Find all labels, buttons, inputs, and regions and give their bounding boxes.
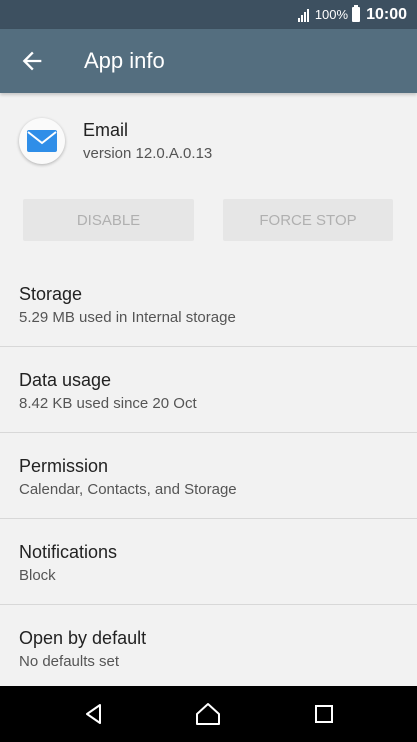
open-by-default-item[interactable]: Open by default No defaults set <box>0 605 417 690</box>
battery-icon <box>352 5 361 22</box>
battery-percent: 100% <box>314 7 349 22</box>
setting-title: Data usage <box>19 370 112 390</box>
navigation-bar <box>0 686 417 742</box>
status-bar: 100% 10:00 <box>0 0 417 29</box>
permission-item[interactable]: Permission Calendar, Contacts, and Stora… <box>0 433 417 519</box>
storage-item[interactable]: Storage 5.29 MB used in Internal storage <box>0 261 417 347</box>
disable-button[interactable]: DISABLE <box>23 199 194 241</box>
setting-title: Permission <box>19 456 109 476</box>
data-usage-item[interactable]: Data usage 8.42 KB used since 20 Oct <box>0 347 417 433</box>
notifications-item[interactable]: Notifications Block <box>0 519 417 605</box>
app-bar: App info <box>0 29 417 93</box>
app-version: version 12.0.A.0.13 <box>83 145 213 162</box>
page-title: App info <box>84 48 165 73</box>
mail-envelope-icon <box>27 130 57 152</box>
setting-subtitle: 8.42 KB used since 20 Oct <box>19 395 197 412</box>
setting-title: Storage <box>19 284 83 304</box>
settings-list: Storage 5.29 MB used in Internal storage… <box>0 261 417 690</box>
setting-subtitle: No defaults set <box>19 653 120 670</box>
app-header: Email version 12.0.A.0.13 <box>0 93 417 188</box>
setting-subtitle: 5.29 MB used in Internal storage <box>19 309 236 326</box>
signal-icon <box>297 8 309 22</box>
app-name: Email <box>83 120 129 140</box>
setting-title: Notifications <box>19 542 118 562</box>
clock: 10:00 <box>366 5 407 23</box>
nav-back-icon[interactable] <box>79 699 109 729</box>
setting-subtitle: Calendar, Contacts, and Storage <box>19 481 237 498</box>
app-icon <box>19 118 65 164</box>
nav-recents-icon[interactable] <box>309 699 339 729</box>
force-stop-button[interactable]: FORCE STOP <box>223 199 393 241</box>
arrow-back-icon[interactable] <box>18 47 46 75</box>
status-indicators: 100% 10:00 <box>297 0 407 29</box>
nav-home-icon[interactable] <box>193 699 223 729</box>
setting-subtitle: Block <box>19 567 56 584</box>
setting-title: Open by default <box>19 628 147 648</box>
